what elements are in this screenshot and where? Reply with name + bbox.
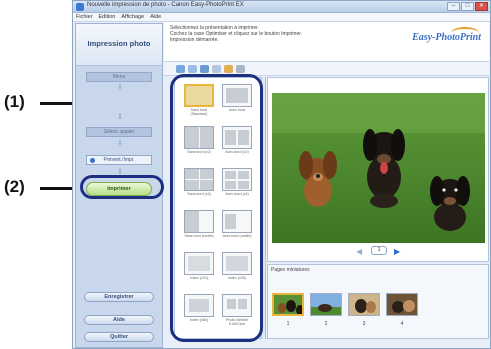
callout-1: (1) bbox=[4, 92, 25, 111]
rotate-icon[interactable] bbox=[200, 65, 209, 73]
instructions-header: Sélectionnez la présentation à imprimer.… bbox=[164, 22, 489, 62]
settings-icon[interactable] bbox=[236, 65, 245, 73]
page-thumbnail[interactable] bbox=[272, 293, 304, 316]
previous-page-icon[interactable]: ◀ bbox=[356, 247, 362, 256]
page-thumbnail[interactable] bbox=[348, 293, 380, 316]
page-thumbnail-number: 4 bbox=[400, 321, 404, 327]
thumb-image bbox=[387, 294, 417, 315]
thumb-image bbox=[349, 294, 379, 315]
callout-2: (2) bbox=[4, 177, 25, 196]
page-thumbnails-label: Pages miniatures bbox=[271, 267, 310, 273]
layout-list-highlight bbox=[170, 74, 263, 342]
preview-pane: ◀ 1 ▶ bbox=[267, 77, 489, 262]
zoom-out-icon[interactable] bbox=[188, 65, 197, 73]
dogs-photo bbox=[272, 93, 485, 243]
thumb-image bbox=[311, 294, 341, 315]
edit-icon[interactable] bbox=[224, 65, 233, 73]
stage: (1) (2) Nouvelle impression de photo - C… bbox=[0, 0, 491, 349]
preview-photo bbox=[272, 93, 485, 243]
page-thumbnail[interactable] bbox=[386, 293, 418, 316]
instructions-text: Sélectionnez la présentation à imprimer.… bbox=[170, 25, 302, 43]
print-button-highlight bbox=[80, 175, 164, 199]
page-navigation: ◀ 1 ▶ bbox=[356, 245, 416, 257]
zoom-in-icon[interactable] bbox=[176, 65, 185, 73]
page-number-field[interactable]: 1 bbox=[371, 246, 387, 255]
page-thumbnail[interactable] bbox=[310, 293, 342, 316]
trim-icon[interactable] bbox=[212, 65, 221, 73]
page-thumbnails-strip: Pages miniatures 1 2 3 4 bbox=[267, 264, 489, 339]
page-thumbnail-number: 1 bbox=[286, 321, 290, 327]
page-thumbnail-number: 2 bbox=[324, 321, 328, 327]
next-page-icon[interactable]: ▶ bbox=[394, 247, 400, 256]
app-logo: Easy-PhotoPrint bbox=[412, 32, 481, 43]
thumb-image bbox=[274, 295, 302, 314]
page-thumbnail-number: 3 bbox=[362, 321, 366, 327]
